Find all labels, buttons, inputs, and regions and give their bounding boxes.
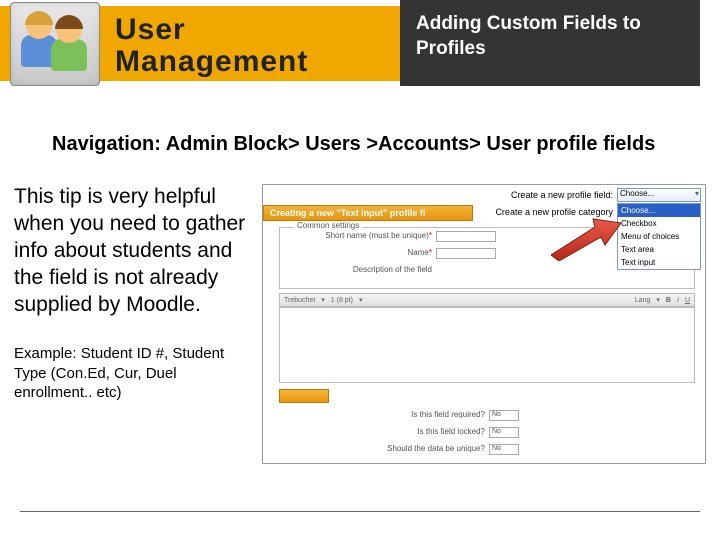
locked-select[interactable]: No xyxy=(489,427,519,438)
unique-label: Should the data be unique? xyxy=(329,444,489,455)
bold-button[interactable]: B xyxy=(666,297,671,304)
font-size-select[interactable]: 1 (8 pt) xyxy=(331,297,353,304)
breadcrumb-path: Admin Block> Users >Accounts> User profi… xyxy=(166,133,656,155)
title-line-1: User xyxy=(115,14,308,46)
dropdown-option[interactable]: Checkbox xyxy=(618,217,700,230)
font-family-select[interactable]: Trebuchet xyxy=(284,297,315,304)
subtitle-text: Adding Custom Fields to Profiles xyxy=(416,12,684,61)
dropdown-option[interactable]: Text area xyxy=(618,243,700,256)
footer-divider xyxy=(20,511,700,512)
underline-button[interactable]: U xyxy=(685,297,690,304)
breadcrumb-prefix: Navigation: xyxy=(52,133,166,155)
title-line-2: Management xyxy=(115,46,308,78)
short-name-input[interactable] xyxy=(436,231,496,242)
editor-toolbar: Trebuchet ▾ 1 (8 pt) ▾ Lang ▾ B I U xyxy=(279,293,695,307)
dropdown-option[interactable]: Menu of choices xyxy=(618,230,700,243)
subtitle-box: Adding Custom Fields to Profiles xyxy=(400,0,700,86)
section-header: Creating a new "Text input" profile fi xyxy=(263,205,473,221)
unique-select[interactable]: No xyxy=(489,444,519,455)
name-input[interactable] xyxy=(436,248,496,259)
field-type-dropdown[interactable]: Choose... Checkbox Menu of choices Text … xyxy=(617,203,701,270)
tip-paragraph: This tip is very helpful when you need t… xyxy=(14,184,250,318)
section-band xyxy=(279,389,329,403)
fieldset-legend: Common settings xyxy=(294,221,362,230)
breadcrumb: Navigation: Admin Block> Users >Accounts… xyxy=(52,133,720,156)
required-select[interactable]: No xyxy=(489,410,519,421)
lang-select[interactable]: Lang xyxy=(635,297,651,304)
screenshot-mockup: Create a new profile field: Choose... Cr… xyxy=(262,184,706,464)
short-name-label: Short name (must be unique) xyxy=(325,231,429,240)
locked-label: Is this field locked? xyxy=(329,427,489,438)
required-label: Is this field required? xyxy=(329,410,489,421)
name-label: Name xyxy=(408,248,429,257)
create-field-select[interactable]: Choose... xyxy=(617,188,701,202)
page-title: User Management xyxy=(115,14,308,77)
users-group-icon xyxy=(10,2,100,86)
description-label: Description of the field xyxy=(286,265,436,274)
example-paragraph: Example: Student ID #, Student Type (Con… xyxy=(14,344,250,403)
dropdown-option[interactable]: Text input xyxy=(618,256,700,269)
create-field-label: Create a new profile field: xyxy=(421,190,617,200)
description-editor[interactable] xyxy=(279,307,695,383)
pointer-arrow-icon xyxy=(551,215,621,261)
italic-button[interactable]: I xyxy=(677,297,679,304)
dropdown-option[interactable]: Choose... xyxy=(618,204,700,217)
